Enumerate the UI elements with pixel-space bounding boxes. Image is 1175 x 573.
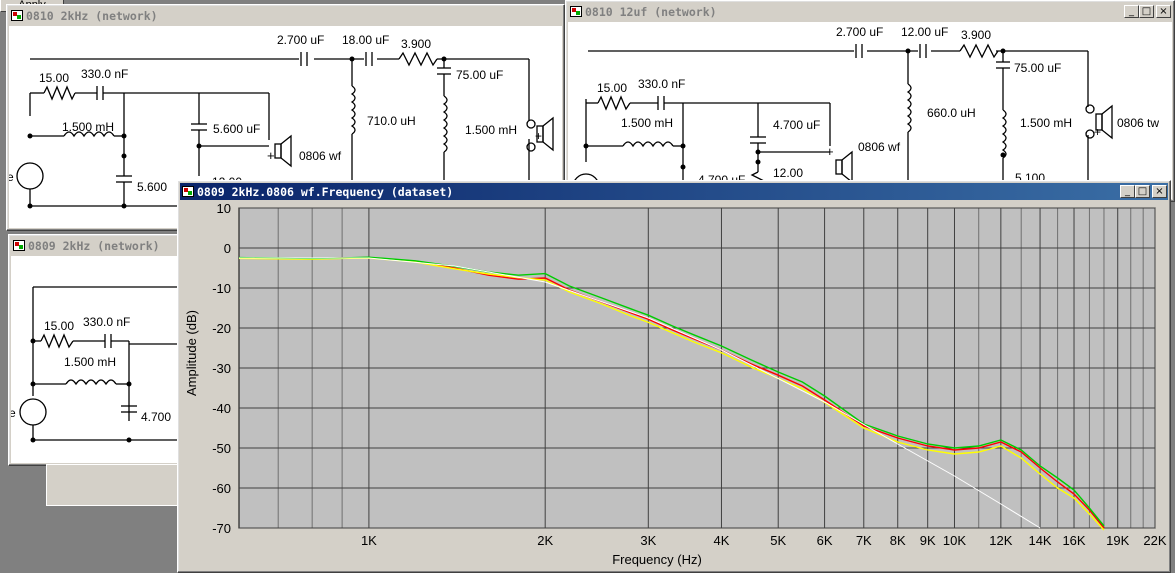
net-a-label: 3.900	[401, 37, 431, 51]
x-tick-label: 22K	[1143, 533, 1166, 548]
maximize-button[interactable]: □	[1135, 185, 1150, 198]
x-tick-label: 7K	[856, 533, 872, 548]
y-tick-label: -10	[212, 281, 231, 296]
net-c-label: 15.00	[44, 319, 74, 333]
x-tick-label: 2K	[537, 533, 553, 548]
network-window-a-titlebar[interactable]: 0810 2kHz (network)	[9, 7, 562, 24]
y-tick-label: -40	[212, 401, 231, 416]
y-tick-label: -30	[212, 361, 231, 376]
x-tick-label: 4K	[714, 533, 730, 548]
x-tick-label: 10K	[943, 533, 966, 548]
net-b-label: 1.500 mH	[621, 116, 673, 130]
x-tick-label: 14K	[1028, 533, 1051, 548]
net-c-label: 1.500 mH	[64, 355, 116, 369]
y-axis-label: Amplitude (dB)	[184, 310, 199, 396]
network-c-canvas[interactable]: 15.00 330.0 nF 1.500 mH 4.700 e	[11, 256, 183, 463]
svg-text:+: +	[535, 129, 542, 143]
frequency-chart: 1K 2K 3K 4K 5K 6K 7K 8K 9K 10K 12K 14K 16K 19K 22K 10 0 -…	[184, 202, 1167, 567]
minimize-button[interactable]: _	[1120, 185, 1135, 198]
network-window-b-title: 0810 12uf (network)	[585, 4, 717, 19]
x-tick-label: 1K	[361, 533, 377, 548]
net-b-label: 0806 wf	[858, 140, 901, 154]
close-button[interactable]: ×	[1156, 5, 1171, 18]
x-tick-label: 16K	[1062, 533, 1085, 548]
background-panel	[46, 464, 182, 506]
network-window-b-titlebar[interactable]: 0810 12uf (network) _ □ ×	[568, 3, 1172, 20]
x-tick-label: 3K	[640, 533, 656, 548]
x-tick-label: 9K	[920, 533, 936, 548]
net-c-label: 4.700	[141, 410, 171, 424]
net-b-label: 1.500 mH	[1020, 116, 1072, 130]
network-c-schematic: 15.00 330.0 nF 1.500 mH 4.700 e	[11, 286, 183, 443]
minimize-button[interactable]: _	[1124, 5, 1139, 18]
svg-text:e: e	[9, 170, 14, 184]
y-tick-label: -50	[212, 441, 231, 456]
maximize-button[interactable]: □	[1139, 5, 1154, 18]
y-tick-label: -60	[212, 481, 231, 496]
x-tick-label: 12K	[989, 533, 1012, 548]
app-icon	[570, 6, 582, 17]
network-b-schematic: 2.700 uF 12.00 uF 3.900 15.00 330.0 nF 7…	[572, 25, 1159, 199]
x-tick-label: 8K	[890, 533, 906, 548]
net-a-label: 75.00 uF	[456, 68, 503, 82]
frequency-window-title: 0809 2kHz.0806 wf.Frequency (dataset)	[197, 184, 454, 199]
net-b-label: 2.700 uF	[836, 25, 883, 39]
network-window-c-title: 0809 2kHz (network)	[28, 238, 160, 253]
y-tick-label: -20	[212, 321, 231, 336]
network-window-c-titlebar[interactable]: 0809 2kHz (network)	[11, 237, 183, 254]
svg-text:e: e	[11, 406, 16, 420]
net-a-label: 1.500 mH	[62, 120, 114, 134]
x-tick-label: 19K	[1106, 533, 1129, 548]
app-icon	[182, 186, 194, 197]
net-b-label: 3.900	[961, 28, 991, 42]
y-tick-label: 10	[217, 202, 231, 216]
window-controls: _ □ ×	[1124, 5, 1171, 18]
net-b-label: 12.00 uF	[901, 25, 948, 39]
network-window-a-title: 0810 2kHz (network)	[26, 8, 158, 23]
net-a-label: 0806 wf	[299, 149, 342, 163]
net-a-label: 5.600 uF	[213, 122, 260, 136]
net-b-label: 660.0 uH	[927, 106, 976, 120]
x-tick-label: 6K	[817, 533, 833, 548]
net-a-label: 5.600	[137, 180, 167, 194]
network-b-canvas[interactable]: 2.700 uF 12.00 uF 3.900 15.00 330.0 nF 7…	[568, 22, 1172, 199]
net-a-label: 2.700 uF	[277, 33, 324, 47]
app-icon	[11, 10, 23, 21]
frequency-plot-area[interactable]: 1K 2K 3K 4K 5K 6K 7K 8K 9K 10K 12K 14K 16K 19K 22K 10 0 -…	[180, 202, 1168, 570]
net-b-label: 15.00	[597, 81, 627, 95]
net-b-label: 75.00 uF	[1014, 61, 1061, 75]
app-icon	[13, 240, 25, 251]
x-tick-label: 5K	[770, 533, 786, 548]
svg-text:+: +	[1094, 125, 1101, 139]
net-b-label: 12.00	[773, 166, 803, 180]
net-a-label: 710.0 uH	[367, 114, 416, 128]
x-axis-label: Frequency (Hz)	[612, 552, 702, 567]
y-tick-label: -70	[212, 521, 231, 536]
net-a-label: 330.0 nF	[81, 67, 128, 81]
net-b-label: 4.700 uF	[773, 118, 820, 132]
net-a-label: 18.00 uF	[342, 33, 389, 47]
svg-text:+: +	[267, 148, 275, 163]
frequency-window-titlebar[interactable]: 0809 2kHz.0806 wf.Frequency (dataset) _ …	[180, 183, 1168, 200]
net-a-label: 15.00	[39, 71, 69, 85]
network-window-c: 0809 2kHz (network) 15.00 330.0 nF 1.500…	[8, 234, 186, 466]
frequency-window: 0809 2kHz.0806 wf.Frequency (dataset) _ …	[177, 180, 1171, 573]
net-c-label: 330.0 nF	[83, 315, 130, 329]
network-window-b: 0810 12uf (network) _ □ × 2.700 uF 12.00…	[565, 0, 1175, 202]
net-a-label: 1.500 mH	[465, 123, 517, 137]
net-b-label: 0806 tw	[1117, 116, 1159, 130]
svg-text:+: +	[826, 144, 834, 159]
y-tick-label: 0	[224, 241, 231, 256]
net-b-label: 330.0 nF	[638, 77, 685, 91]
window-controls: _ □ ×	[1120, 185, 1167, 198]
close-button[interactable]: ×	[1152, 185, 1167, 198]
